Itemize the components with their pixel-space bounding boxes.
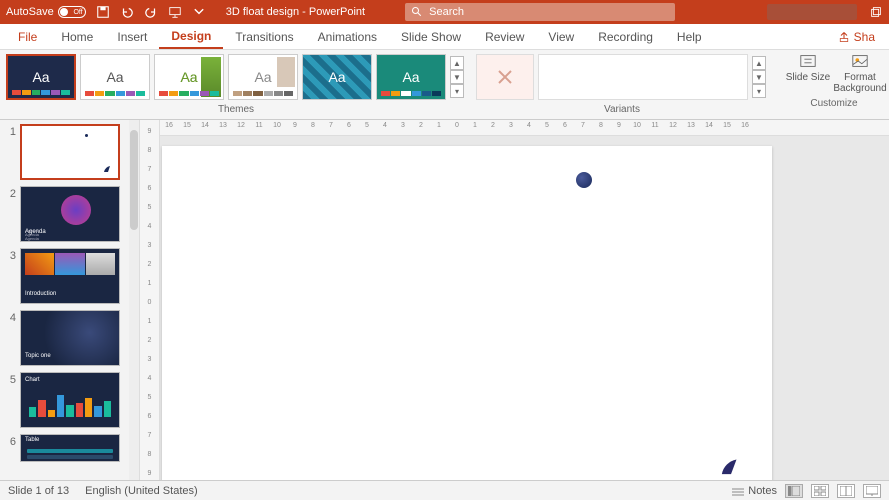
tab-home[interactable]: Home	[49, 24, 105, 49]
tab-insert[interactable]: Insert	[105, 24, 159, 49]
normal-view-icon[interactable]	[785, 484, 803, 498]
editor-area: 9876543210123456789 16151413121110987654…	[140, 120, 889, 480]
qat-dropdown-icon[interactable]	[192, 5, 206, 19]
vertical-ruler: 9876543210123456789	[140, 120, 160, 480]
thumbnail-2[interactable]: 2 Agenda AgendaAgendaAgenda	[6, 186, 133, 242]
document-title: 3D float design - PowerPoint	[226, 6, 365, 18]
variants-label: Variants	[604, 104, 640, 115]
search-icon	[411, 6, 423, 18]
thumbnail-5[interactable]: 5 Chart	[6, 372, 133, 428]
slide-canvas[interactable]	[162, 146, 772, 480]
horizontal-ruler: 1615141312111098765432101234567891011121…	[160, 120, 889, 136]
theme-thumb-2[interactable]: Aa	[80, 54, 150, 100]
slide-thumb[interactable]: Introduction	[20, 248, 120, 304]
slide-size-icon	[799, 52, 817, 70]
thumbnail-6[interactable]: 6 Table	[6, 434, 133, 462]
tab-design[interactable]: Design	[159, 24, 223, 49]
window-restore-icon[interactable]	[869, 5, 883, 19]
tab-slideshow[interactable]: Slide Show	[389, 24, 473, 49]
thumbnail-3[interactable]: 3 Introduction	[6, 248, 133, 304]
tab-transitions[interactable]: Transitions	[223, 24, 305, 49]
pie-shape[interactable]	[720, 454, 742, 476]
slide-thumb[interactable]: Agenda AgendaAgendaAgenda	[20, 186, 120, 242]
theme-thumb-4[interactable]: Aa	[228, 54, 298, 100]
tab-file[interactable]: File	[6, 24, 49, 49]
slide-counter: Slide 1 of 13	[8, 485, 69, 497]
sphere-shape[interactable]	[576, 172, 592, 188]
slideshow-view-icon[interactable]	[863, 484, 881, 498]
scrollbar-handle[interactable]	[130, 130, 138, 230]
redo-icon[interactable]	[144, 5, 158, 19]
variants-up-icon[interactable]: ▲	[752, 56, 766, 70]
user-account[interactable]	[767, 4, 857, 20]
search-placeholder: Search	[429, 6, 464, 18]
share-icon	[838, 31, 850, 43]
variants-down-icon[interactable]: ▼	[752, 70, 766, 84]
quick-access-toolbar	[96, 5, 206, 19]
tab-help[interactable]: Help	[665, 24, 714, 49]
slide-thumb[interactable]: Topic one	[20, 310, 120, 366]
language-indicator[interactable]: English (United States)	[85, 485, 198, 497]
tab-recording[interactable]: Recording	[586, 24, 665, 49]
close-icon	[495, 67, 515, 87]
theme-thumb-1[interactable]: Aa	[6, 54, 76, 100]
themes-label: Themes	[218, 104, 254, 115]
thumbnail-scrollbar[interactable]	[129, 120, 139, 480]
themes-scroll: ▲ ▼ ▾	[450, 54, 466, 100]
undo-icon[interactable]	[120, 5, 134, 19]
notes-button[interactable]: Notes	[732, 485, 777, 497]
themes-more-icon[interactable]: ▾	[450, 84, 464, 98]
search-box[interactable]: Search	[405, 3, 675, 21]
themes-down-icon[interactable]: ▼	[450, 70, 464, 84]
slide-thumb[interactable]: Table	[20, 434, 120, 462]
variant-thumb-2[interactable]	[538, 54, 748, 100]
variants-group: ▲ ▼ ▾ Variants	[476, 50, 768, 115]
slide-canvas-area[interactable]	[160, 136, 889, 480]
main-area: 1 2 Agenda AgendaAgendaAgenda 3 Introduc…	[0, 120, 889, 480]
theme-thumb-6[interactable]: Aa	[376, 54, 446, 100]
slide-size-button[interactable]: Slide Size	[784, 52, 832, 94]
customize-label: Customize	[810, 98, 857, 109]
customize-group: Slide Size Format Background Customize	[776, 50, 889, 109]
title-bar: AutoSave Off 3D float design - PowerPoin…	[0, 0, 889, 24]
autosave-switch[interactable]: Off	[58, 6, 86, 18]
autosave-label: AutoSave	[6, 6, 54, 18]
themes-group: Aa Aa Aa Aa Aa Aa	[0, 50, 468, 115]
present-icon[interactable]	[168, 5, 182, 19]
title-bar-right	[767, 4, 883, 20]
thumbnail-1[interactable]: 1	[6, 124, 133, 180]
notes-icon	[732, 486, 744, 496]
slide-thumbnails-panel: 1 2 Agenda AgendaAgendaAgenda 3 Introduc…	[0, 120, 140, 480]
share-button[interactable]: Sha	[830, 24, 883, 49]
tab-view[interactable]: View	[536, 24, 586, 49]
reading-view-icon[interactable]	[837, 484, 855, 498]
slide-thumb[interactable]	[20, 124, 120, 180]
tab-animations[interactable]: Animations	[306, 24, 389, 49]
theme-thumb-5[interactable]: Aa	[302, 54, 372, 100]
tab-review[interactable]: Review	[473, 24, 536, 49]
theme-thumb-3[interactable]: Aa	[154, 54, 224, 100]
format-background-button[interactable]: Format Background	[836, 52, 884, 94]
format-background-icon	[851, 52, 869, 70]
variants-more-icon[interactable]: ▾	[752, 84, 766, 98]
variant-thumb-1[interactable]	[476, 54, 534, 100]
themes-up-icon[interactable]: ▲	[450, 56, 464, 70]
slide-thumb[interactable]: Chart	[20, 372, 120, 428]
autosave-toggle[interactable]: AutoSave Off	[6, 6, 86, 18]
ribbon-design: Aa Aa Aa Aa Aa Aa	[0, 50, 889, 120]
status-bar: Slide 1 of 13 English (United States) No…	[0, 480, 889, 500]
save-icon[interactable]	[96, 5, 110, 19]
variants-scroll: ▲ ▼ ▾	[752, 54, 768, 100]
sorter-view-icon[interactable]	[811, 484, 829, 498]
ribbon-tabs: File Home Insert Design Transitions Anim…	[0, 24, 889, 50]
thumbnail-4[interactable]: 4 Topic one	[6, 310, 133, 366]
